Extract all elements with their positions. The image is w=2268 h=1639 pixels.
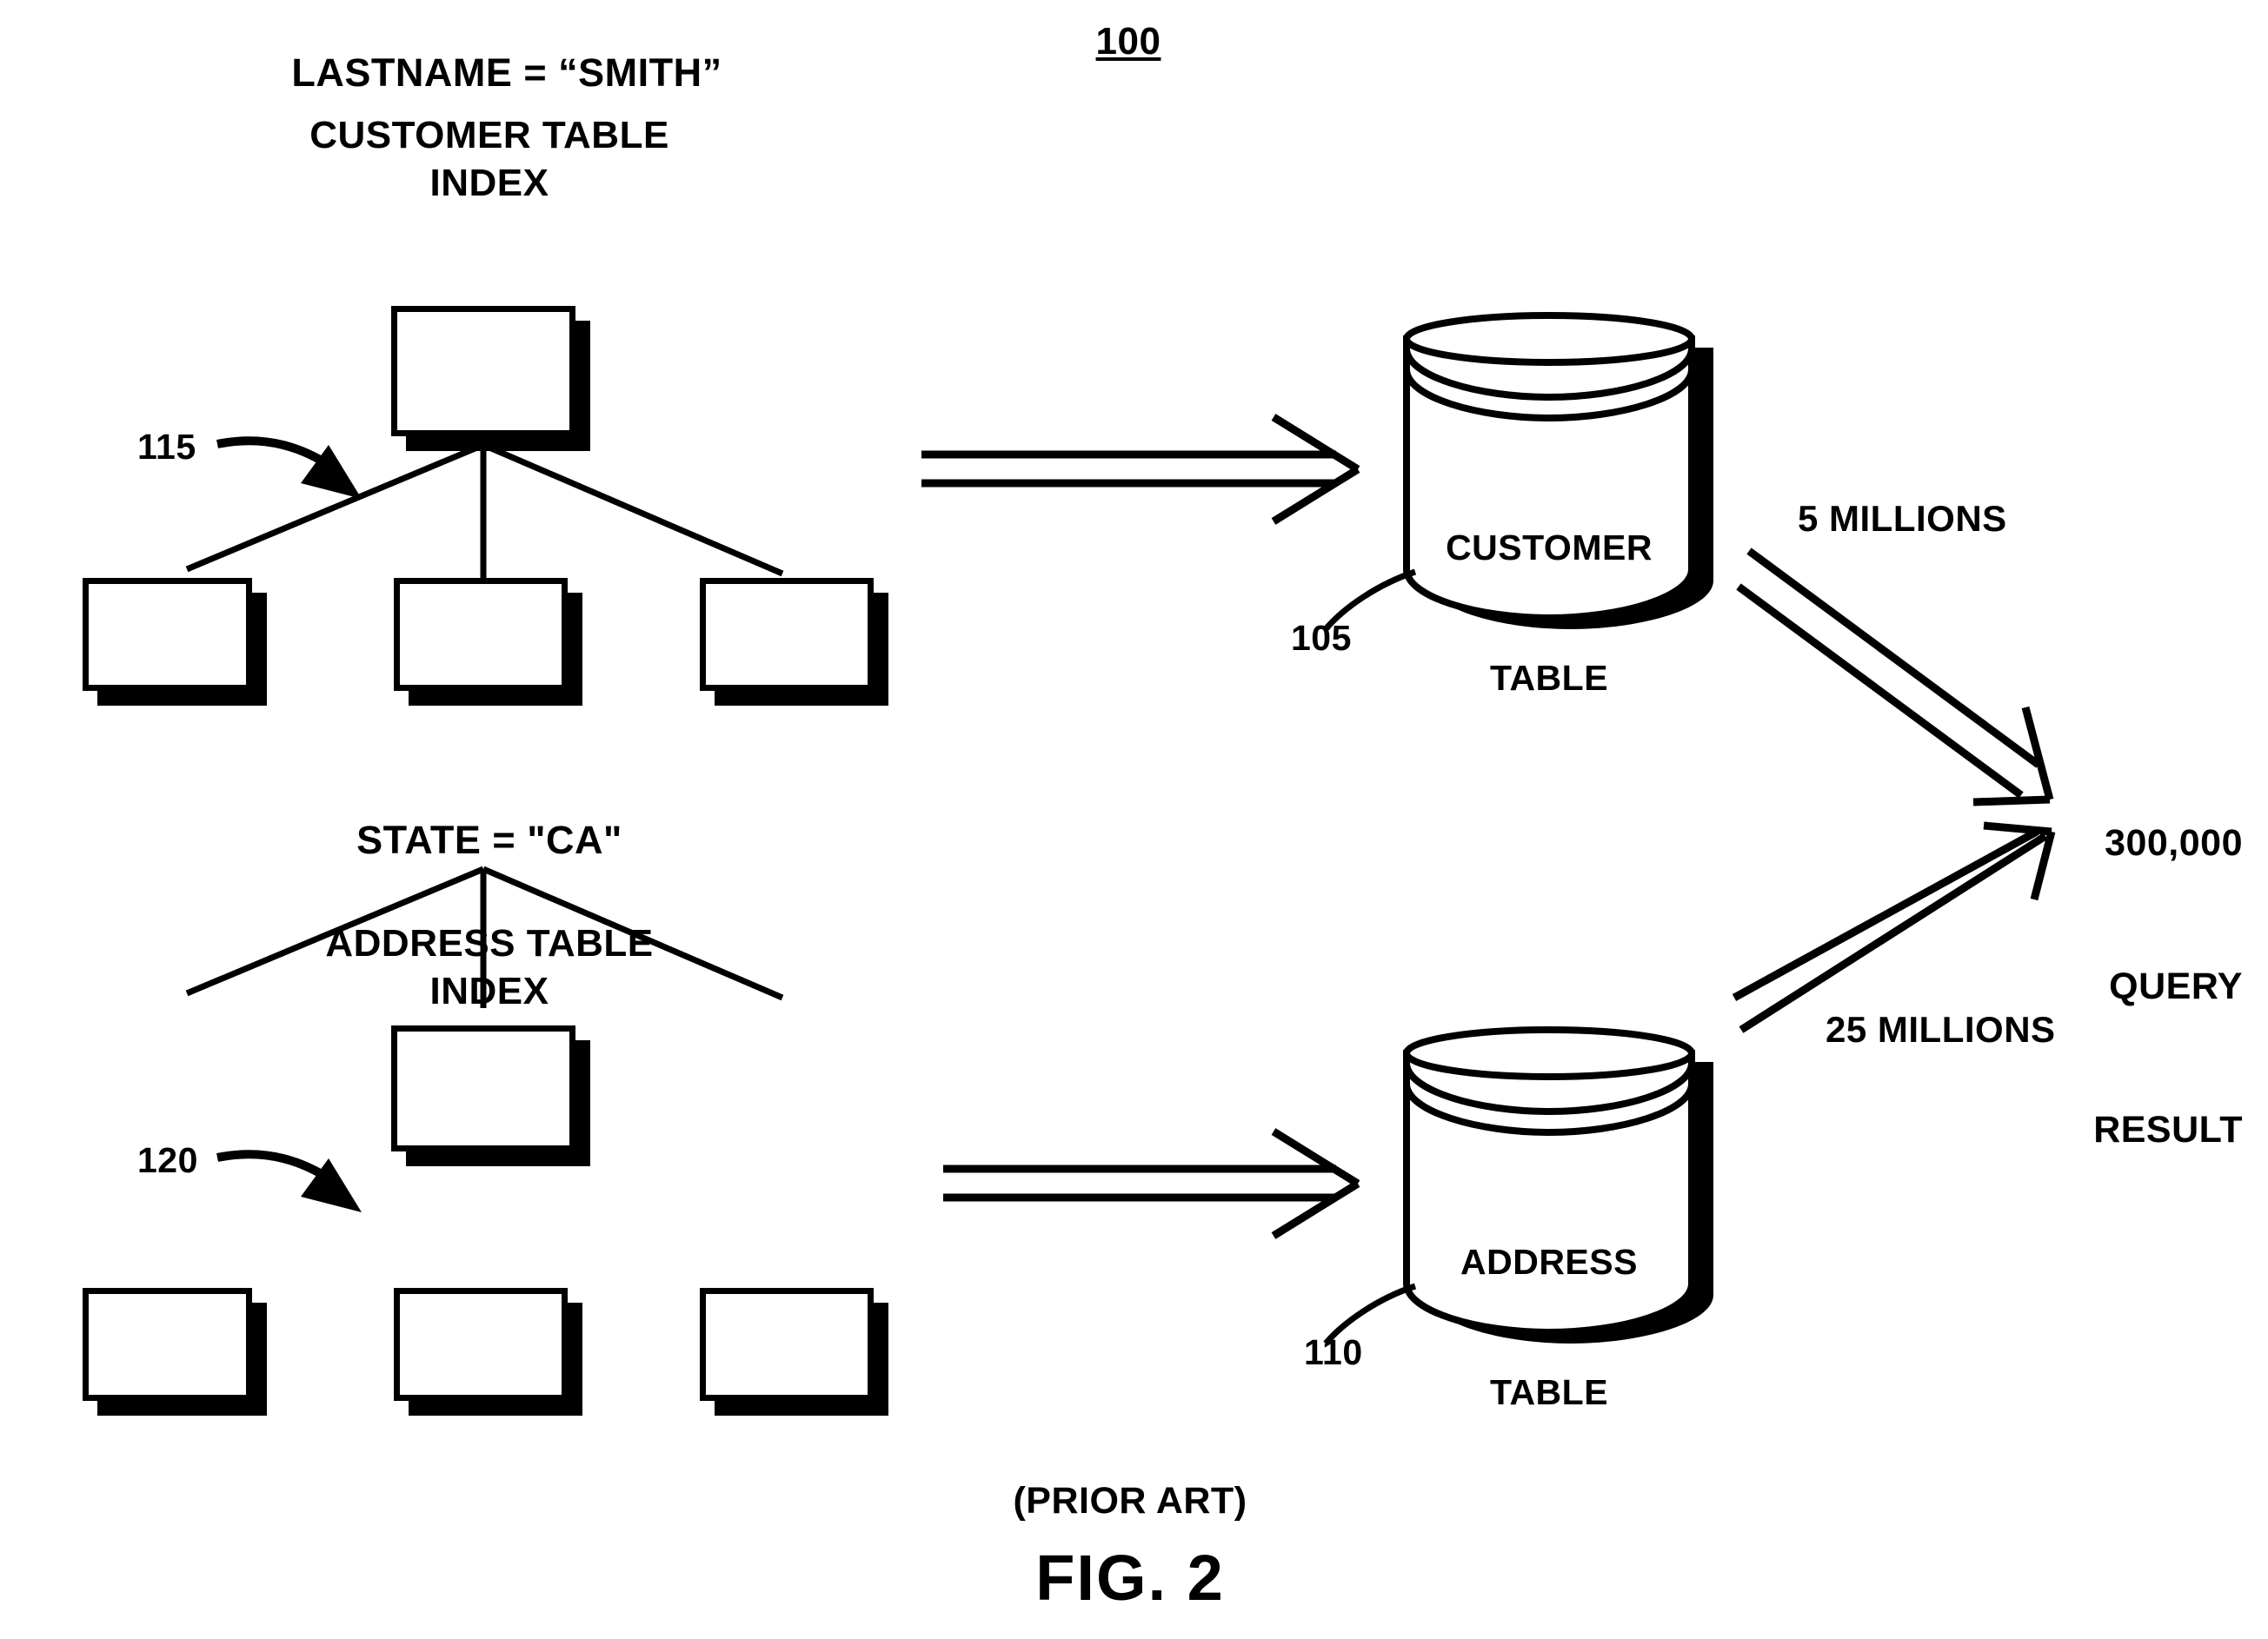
flow-arrow-address-index-to-table bbox=[943, 1128, 1360, 1239]
ref-105-label: 105 bbox=[1291, 618, 1352, 658]
address-index-leaf-node-3 bbox=[700, 1288, 874, 1401]
query-result-count: 300,000 bbox=[2105, 822, 2243, 865]
flow-arrow-customer-index-to-table bbox=[921, 414, 1360, 525]
address-index-title-line2: INDEX bbox=[429, 970, 549, 1012]
customer-index-leaf-node-3 bbox=[700, 578, 874, 691]
customer-index-leaf-node-2 bbox=[394, 578, 568, 691]
customer-condition-label: LASTNAME = “SMITH” bbox=[291, 50, 722, 95]
query-result-label: 300,000 QUERY RESULT bbox=[1895, 724, 2243, 1250]
customer-table-label-line1: CUSTOMER bbox=[1446, 528, 1653, 568]
address-index-leaf-node-1 bbox=[83, 1288, 252, 1401]
prior-art-note: (PRIOR ART) bbox=[1013, 1480, 1247, 1522]
address-flow-count-label: 25 MILLIONS bbox=[1826, 1009, 2056, 1050]
customer-flow-count-label: 5 MILLIONS bbox=[1798, 498, 2007, 539]
customer-index-leaf-node-1 bbox=[83, 578, 252, 691]
address-table-label-line2: TABLE bbox=[1489, 1372, 1609, 1413]
figure-number-label: 100 bbox=[1095, 20, 1161, 63]
ref-110-label: 110 bbox=[1304, 1332, 1363, 1372]
address-table-cylinder-label: ADDRESS TABLE bbox=[1406, 1153, 1693, 1501]
address-index-title-line1: ADDRESS TABLE bbox=[325, 922, 654, 965]
address-table-label-line1: ADDRESS bbox=[1460, 1242, 1638, 1283]
address-condition-label: STATE = "CA" bbox=[356, 818, 622, 862]
figure-canvas: 100 LASTNAME = “SMITH” CUSTOMER TABLE IN… bbox=[0, 0, 2268, 1639]
index-120-leader-arrow bbox=[216, 1150, 362, 1212]
address-index-root-node bbox=[391, 1025, 575, 1151]
query-result-line2: QUERY bbox=[2109, 965, 2243, 1008]
customer-table-cylinder-label: CUSTOMER TABLE bbox=[1406, 439, 1693, 786]
customer-table-label-line2: TABLE bbox=[1489, 658, 1609, 699]
figure-caption: FIG. 2 bbox=[1035, 1542, 1225, 1614]
index-115-leader-arrow bbox=[216, 436, 362, 499]
ref-115-label: 115 bbox=[137, 427, 196, 467]
customer-index-title-line2: INDEX bbox=[429, 162, 549, 204]
ref-120-label: 120 bbox=[137, 1140, 198, 1180]
query-result-line3: RESULT bbox=[2093, 1109, 2243, 1151]
customer-index-title-line1: CUSTOMER TABLE bbox=[309, 114, 669, 156]
customer-index-tree-connectors bbox=[185, 441, 784, 584]
address-index-leaf-node-2 bbox=[394, 1288, 568, 1401]
customer-index-root-node bbox=[391, 306, 575, 436]
